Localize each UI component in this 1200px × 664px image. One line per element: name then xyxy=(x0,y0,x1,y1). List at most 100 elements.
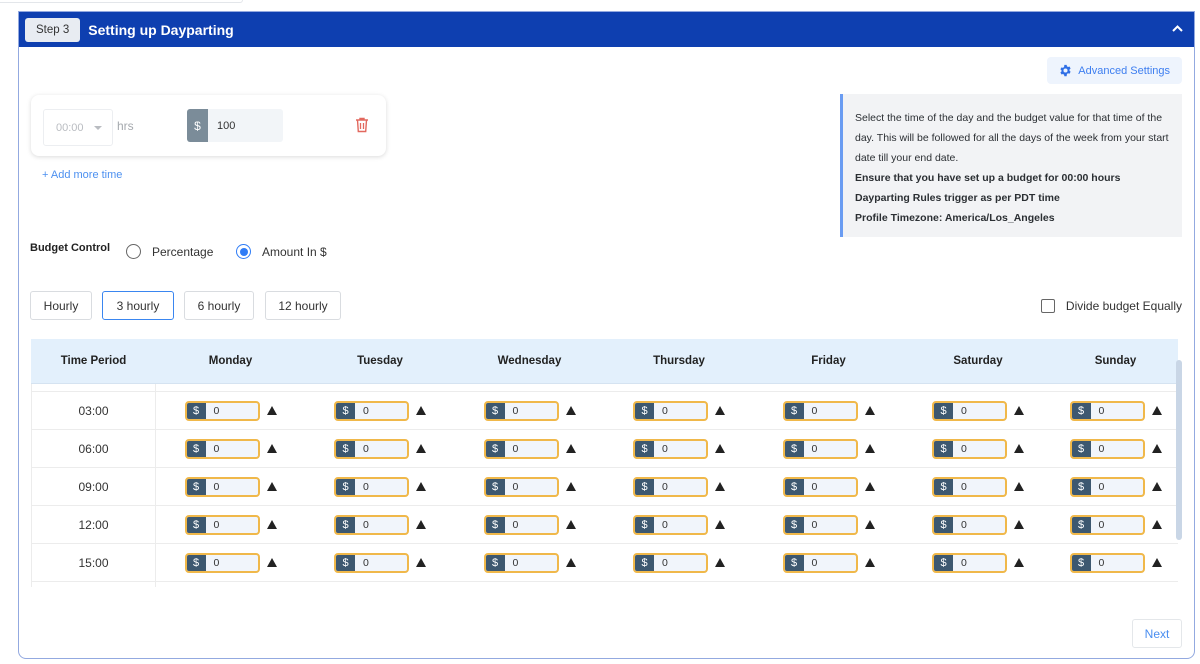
amount-input[interactable]: $ 100 xyxy=(187,109,283,142)
warning-triangle-icon[interactable] xyxy=(416,482,426,491)
budget-value[interactable]: 0 xyxy=(953,517,967,533)
freq-hourly-button[interactable]: Hourly xyxy=(30,291,92,320)
budget-value[interactable]: 0 xyxy=(654,555,668,571)
warning-triangle-icon[interactable] xyxy=(266,558,277,567)
budget-input[interactable]: $0 xyxy=(633,476,708,497)
budget-value[interactable]: 0 xyxy=(505,441,519,457)
budget-value[interactable]: 0 xyxy=(654,517,668,533)
budget-value[interactable]: 0 xyxy=(953,441,967,457)
budget-input[interactable]: $0 xyxy=(633,552,708,573)
warning-triangle-icon[interactable] xyxy=(416,520,426,529)
budget-input[interactable]: $0 xyxy=(633,514,708,535)
warning-triangle-icon[interactable] xyxy=(565,520,576,529)
budget-value[interactable]: 0 xyxy=(804,479,818,495)
warning-triangle-icon[interactable] xyxy=(565,406,576,415)
budget-value[interactable]: 0 xyxy=(654,441,668,457)
budget-value[interactable]: 0 xyxy=(804,441,818,457)
budget-value[interactable]: 0 xyxy=(505,403,519,419)
step-header[interactable]: Step 3 Setting up Dayparting xyxy=(19,12,1194,47)
warning-triangle-icon[interactable] xyxy=(565,558,576,567)
warning-triangle-icon[interactable] xyxy=(864,482,875,491)
budget-input[interactable]: $0 xyxy=(1069,476,1145,497)
freq-12-hourly-button[interactable]: 12 hourly xyxy=(265,291,341,320)
budget-value[interactable]: 0 xyxy=(355,517,369,533)
budget-input[interactable]: $0 xyxy=(932,438,1007,459)
divide-budget-checkbox[interactable] xyxy=(1040,299,1055,313)
budget-value[interactable]: 0 xyxy=(1091,479,1105,495)
amount-value[interactable]: 100 xyxy=(208,109,235,142)
budget-input[interactable]: $0 xyxy=(1069,552,1145,573)
budget-input[interactable]: $0 xyxy=(1069,514,1145,535)
budget-input[interactable]: $0 xyxy=(334,476,409,497)
budget-value[interactable]: 0 xyxy=(1091,403,1105,419)
budget-value[interactable]: 0 xyxy=(355,555,369,571)
budget-input[interactable]: $0 xyxy=(483,552,559,573)
budget-value[interactable]: 0 xyxy=(355,479,369,495)
budget-input[interactable]: $0 xyxy=(334,400,409,421)
budget-input[interactable]: $0 xyxy=(782,552,858,573)
budget-value[interactable]: 0 xyxy=(505,555,519,571)
warning-triangle-icon[interactable] xyxy=(266,520,277,529)
budget-input[interactable]: $0 xyxy=(184,438,260,459)
budget-input[interactable]: $0 xyxy=(1069,400,1145,421)
budget-input[interactable]: $0 xyxy=(184,400,260,421)
table-scrollbar[interactable] xyxy=(1176,360,1182,540)
warning-triangle-icon[interactable] xyxy=(1014,520,1024,529)
radio-amount[interactable]: Amount In $ xyxy=(236,244,327,259)
warning-triangle-icon[interactable] xyxy=(715,406,725,415)
budget-input[interactable]: $0 xyxy=(782,476,858,497)
budget-value[interactable]: 0 xyxy=(206,441,220,457)
advanced-settings-button[interactable]: Advanced Settings xyxy=(1047,57,1182,84)
budget-input[interactable]: $0 xyxy=(932,552,1007,573)
warning-triangle-icon[interactable] xyxy=(1014,444,1024,453)
budget-input[interactable]: $0 xyxy=(334,552,409,573)
chevron-up-icon[interactable] xyxy=(1170,21,1184,35)
warning-triangle-icon[interactable] xyxy=(416,444,426,453)
budget-input[interactable]: $0 xyxy=(483,514,559,535)
warning-triangle-icon[interactable] xyxy=(1151,444,1162,453)
budget-value[interactable]: 0 xyxy=(206,479,220,495)
budget-input[interactable]: $0 xyxy=(483,400,559,421)
budget-input[interactable]: $0 xyxy=(932,400,1007,421)
warning-triangle-icon[interactable] xyxy=(416,558,426,567)
warning-triangle-icon[interactable] xyxy=(1014,558,1024,567)
warning-triangle-icon[interactable] xyxy=(416,406,426,415)
add-more-time-link[interactable]: + Add more time xyxy=(42,169,122,181)
warning-triangle-icon[interactable] xyxy=(864,406,875,415)
radio-circle-selected[interactable] xyxy=(236,244,251,259)
budget-value[interactable]: 0 xyxy=(654,479,668,495)
warning-triangle-icon[interactable] xyxy=(266,444,277,453)
budget-input[interactable]: $0 xyxy=(782,400,858,421)
next-button[interactable]: Next xyxy=(1132,619,1182,648)
budget-value[interactable]: 0 xyxy=(505,479,519,495)
warning-triangle-icon[interactable] xyxy=(1151,558,1162,567)
warning-triangle-icon[interactable] xyxy=(715,482,725,491)
warning-triangle-icon[interactable] xyxy=(266,482,277,491)
budget-value[interactable]: 0 xyxy=(953,479,967,495)
budget-input[interactable]: $0 xyxy=(334,514,409,535)
warning-triangle-icon[interactable] xyxy=(565,444,576,453)
radio-circle[interactable] xyxy=(126,244,141,259)
warning-triangle-icon[interactable] xyxy=(864,558,875,567)
time-select[interactable]: 00:00 xyxy=(43,109,113,146)
budget-value[interactable]: 0 xyxy=(355,441,369,457)
warning-triangle-icon[interactable] xyxy=(864,520,875,529)
budget-value[interactable]: 0 xyxy=(206,403,220,419)
freq-6-hourly-button[interactable]: 6 hourly xyxy=(184,291,254,320)
budget-value[interactable]: 0 xyxy=(804,403,818,419)
budget-value[interactable]: 0 xyxy=(355,403,369,419)
warning-triangle-icon[interactable] xyxy=(715,558,725,567)
warning-triangle-icon[interactable] xyxy=(1151,482,1162,491)
freq-3-hourly-button[interactable]: 3 hourly xyxy=(102,291,174,320)
warning-triangle-icon[interactable] xyxy=(1151,406,1162,415)
budget-value[interactable]: 0 xyxy=(804,517,818,533)
budget-input[interactable]: $0 xyxy=(483,476,559,497)
budget-value[interactable]: 0 xyxy=(654,403,668,419)
budget-input[interactable]: $0 xyxy=(633,400,708,421)
warning-triangle-icon[interactable] xyxy=(266,406,277,415)
budget-value[interactable]: 0 xyxy=(1091,517,1105,533)
budget-value[interactable]: 0 xyxy=(1091,441,1105,457)
budget-input[interactable]: $0 xyxy=(334,438,409,459)
budget-value[interactable]: 0 xyxy=(1091,555,1105,571)
warning-triangle-icon[interactable] xyxy=(1151,520,1162,529)
